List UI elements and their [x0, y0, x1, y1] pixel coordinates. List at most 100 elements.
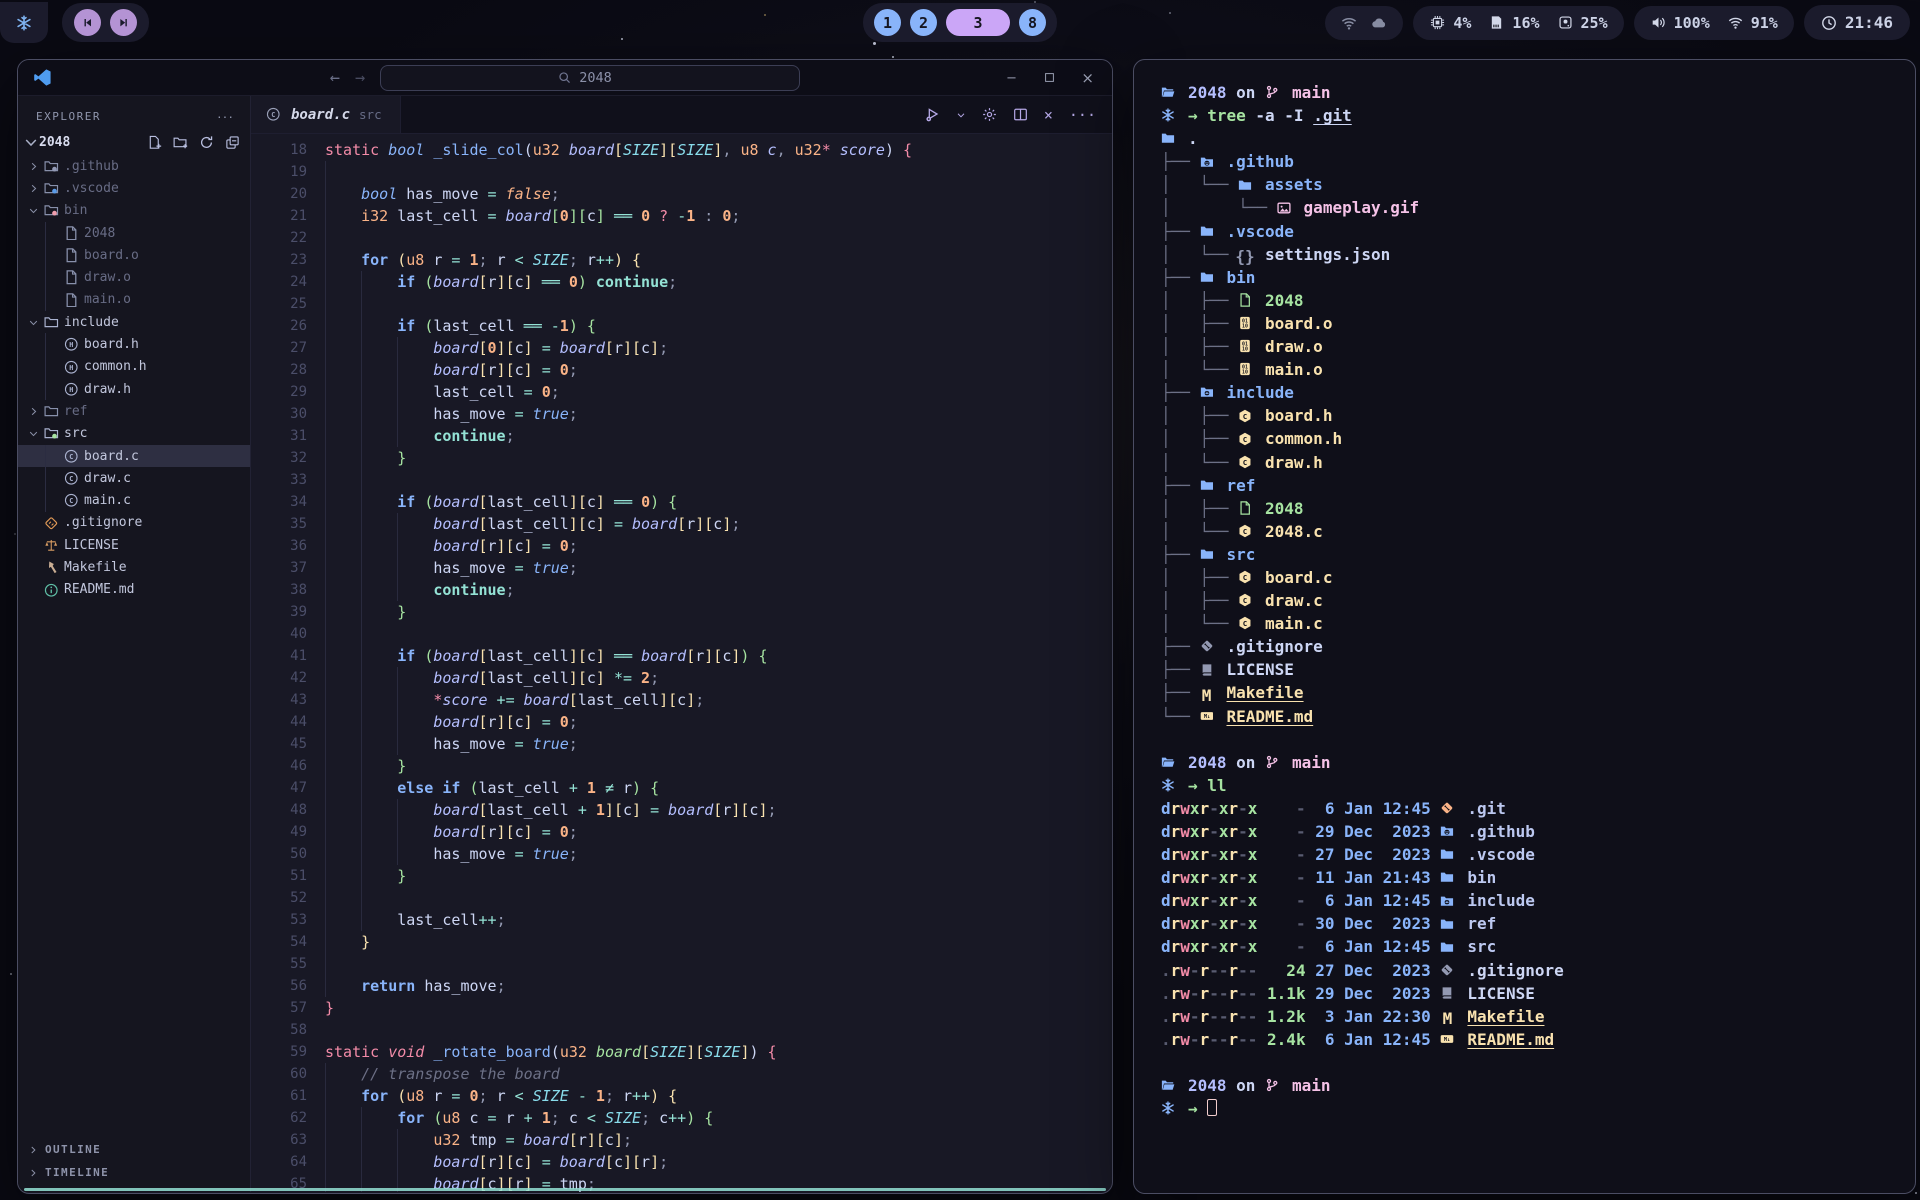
media-next-button[interactable]: [110, 9, 137, 36]
maximize-button[interactable]: [1043, 71, 1056, 84]
explorer-item-draw.o[interactable]: draw.o: [18, 266, 250, 288]
explorer-item-draw.c[interactable]: Cdraw.c: [18, 467, 250, 489]
chevron-down-icon: [22, 134, 39, 150]
code-line-37: 37has_move = true;: [261, 557, 1112, 579]
workspace-2[interactable]: 2: [910, 9, 937, 36]
explorer-item-board.h[interactable]: Hboard.h: [18, 333, 250, 355]
line-number: 48: [261, 799, 307, 821]
line-number: 38: [261, 579, 307, 601]
explorer-item-src[interactable]: src: [18, 423, 250, 445]
nixos-logo-tile[interactable]: [0, 2, 48, 43]
indent-guide: [325, 865, 361, 887]
close-button[interactable]: ×: [1044, 106, 1053, 124]
explorer-item-.github[interactable]: .github: [18, 155, 250, 177]
explorer-item-include[interactable]: include: [18, 311, 250, 333]
indent-guide: [361, 557, 397, 579]
workspace-8[interactable]: 8: [1019, 9, 1046, 36]
timeline-panel-header[interactable]: TIMELINE: [18, 1161, 250, 1184]
indent-guide: [325, 689, 361, 711]
workspace-1[interactable]: 1: [874, 9, 901, 36]
explorer-item-LICENSE[interactable]: LICENSE: [18, 534, 250, 556]
code-line-39: 39}: [261, 601, 1112, 623]
folder-icon: [1440, 939, 1454, 955]
terminal-line: │ ├── C draw.c: [1161, 589, 1915, 612]
indent-guide: [361, 491, 397, 513]
explorer-item-board.c[interactable]: Cboard.c: [18, 445, 250, 467]
branch-icon: [1265, 1077, 1279, 1093]
collapse-all-button[interactable]: [225, 135, 240, 150]
chex-icon: C: [1238, 408, 1252, 424]
close-button[interactable]: ×: [1081, 69, 1094, 87]
project-root-row[interactable]: 2048: [18, 131, 250, 155]
indent-guide: [325, 491, 361, 513]
line-number: 24: [261, 271, 307, 293]
more-button[interactable]: ···: [1069, 106, 1096, 124]
explorer-item-bin[interactable]: bin: [18, 200, 250, 222]
stat-disk: 25%: [1557, 14, 1608, 32]
new-file-button[interactable]: [147, 135, 162, 150]
chevron-down-button[interactable]: [956, 110, 966, 120]
terminal-line: .: [1161, 127, 1915, 150]
explorer-item-.gitignore[interactable]: .gitignore: [18, 512, 250, 534]
nav-forward-button[interactable]: →: [355, 68, 365, 88]
indent-guide: [325, 447, 361, 469]
media-next-icon: [117, 16, 130, 29]
media-prev-button[interactable]: [74, 9, 101, 36]
workspace-switcher: 1238: [863, 3, 1057, 42]
explorer-item-.vscode[interactable]: .vscode: [18, 177, 250, 199]
code-line-52: 52: [261, 887, 1112, 909]
explorer-item-common.h[interactable]: Hcommon.h: [18, 356, 250, 378]
code-line-62: 62for (u8 c = r + 1; c < SIZE; c++) {: [261, 1107, 1112, 1129]
permissions: drwxr-xr-x: [1161, 822, 1257, 841]
indent-guide: [361, 667, 397, 689]
explorer-item-draw.h[interactable]: Hdraw.h: [18, 378, 250, 400]
cloud-icon[interactable]: [1371, 15, 1387, 31]
explorer-item-main.c[interactable]: Cmain.c: [18, 489, 250, 511]
line-number: 49: [261, 821, 307, 843]
workspace-3[interactable]: 3: [946, 9, 1010, 36]
explorer-item-ref[interactable]: ref: [18, 400, 250, 422]
line-number: 61: [261, 1085, 307, 1107]
indent-guide: [325, 1173, 361, 1192]
clock-icon: [1821, 15, 1838, 31]
wifi-icon[interactable]: [1341, 15, 1357, 31]
split-button[interactable]: [1013, 107, 1028, 122]
terminal-line: → tree -a -I .git: [1161, 104, 1915, 127]
indent-guide: [397, 359, 433, 381]
explorer-more-button[interactable]: ···: [217, 108, 234, 124]
run-button[interactable]: [925, 107, 940, 122]
indent-guide: [361, 865, 397, 887]
line-number: 43: [261, 689, 307, 711]
explorer-item-Makefile[interactable]: Makefile: [18, 556, 250, 578]
command-center-search[interactable]: [380, 65, 800, 91]
search-input[interactable]: [579, 70, 623, 86]
permissions: .rw-r--r--: [1161, 1007, 1257, 1026]
gear-button[interactable]: [982, 107, 997, 122]
permissions: drwxr-xr-x: [1161, 845, 1257, 864]
code-editor[interactable]: 18static bool _slide_col(u32 board[SIZE]…: [251, 134, 1112, 1192]
explorer-item-README.md[interactable]: README.md: [18, 579, 250, 601]
wifi-icon: [1727, 15, 1744, 30]
explorer-item-main.o[interactable]: main.o: [18, 289, 250, 311]
terminal-line: drwxr-xr-x - 30 Dec 2023 ref: [1161, 912, 1915, 935]
code-line-43: 43*score += board[last_cell][c];: [261, 689, 1112, 711]
explorer-item-board.o[interactable]: board.o: [18, 244, 250, 266]
indent-guide: [361, 777, 397, 799]
code-line-28: 28board[r][c] = 0;: [261, 359, 1112, 381]
terminal-line: │ └── gameplay.gif: [1161, 196, 1915, 219]
outline-panel-header[interactable]: OUTLINE: [18, 1138, 250, 1161]
nav-back-button[interactable]: ←: [330, 68, 340, 88]
minimize-button[interactable]: [1005, 71, 1018, 84]
refresh-button[interactable]: [199, 135, 214, 150]
new-folder-button[interactable]: [173, 135, 188, 150]
h-circle-icon: H: [64, 360, 79, 375]
line-number: 47: [261, 777, 307, 799]
c-circle-icon: C: [266, 107, 281, 122]
chex-icon: C: [1238, 569, 1252, 585]
explorer-item-2048[interactable]: 2048: [18, 222, 250, 244]
project-name: 2048: [39, 135, 147, 150]
indent-guide: [361, 447, 397, 469]
tab-board-c[interactable]: C board.c src: [251, 96, 401, 133]
terminal-body[interactable]: 2048 on main → tree -a -I .git .├── .git…: [1134, 60, 1915, 1193]
outline-label: OUTLINE: [45, 1143, 101, 1156]
